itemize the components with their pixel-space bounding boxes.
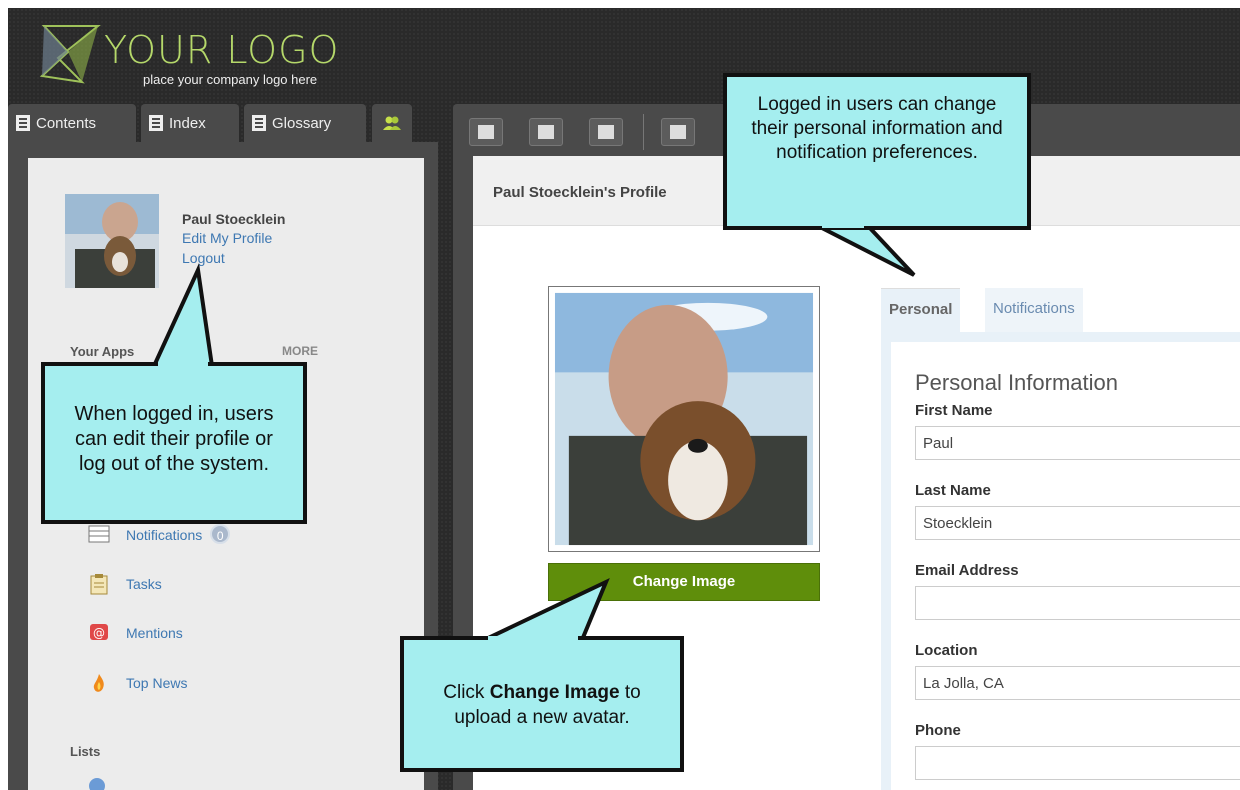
callout-text-bold: Change Image <box>489 682 620 703</box>
callout-change-image: Click Change Image to upload a new avata… <box>400 636 684 772</box>
callout-join <box>822 222 864 228</box>
callout-join <box>158 362 208 368</box>
callout-text: Click <box>443 682 490 703</box>
callout-join <box>488 636 578 642</box>
callout-personal-info: Logged in users can change their persona… <box>723 73 1031 230</box>
callout-edit-logout: When logged in, users can edit their pro… <box>41 362 307 524</box>
